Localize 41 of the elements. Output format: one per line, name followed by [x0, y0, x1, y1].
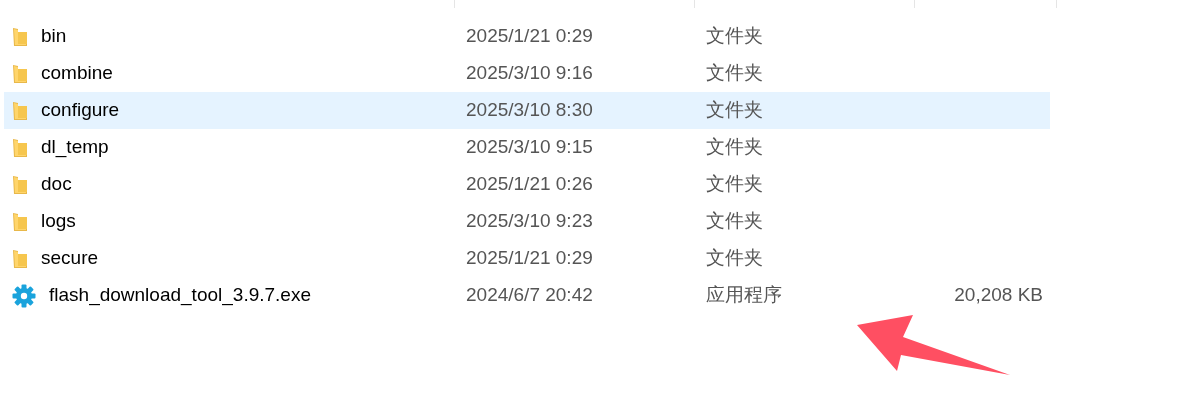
file-name: dl_temp — [41, 135, 109, 160]
folder-icon — [12, 174, 28, 195]
file-row[interactable]: logs 2025/3/10 9:23 文件夹 — [4, 203, 1050, 240]
file-type: 文件夹 — [706, 62, 763, 84]
modified-date: 2025/1/21 0:26 — [466, 173, 593, 195]
file-type: 应用程序 — [706, 284, 782, 306]
file-name: configure — [41, 98, 120, 123]
file-row[interactable]: flash_download_tool_3.9.7.exe 2024/6/7 20:42 应用程序 20,208 KB — [4, 277, 1050, 314]
file-row[interactable]: dl_temp 2025/3/10 9:15 文件夹 — [4, 129, 1050, 166]
file-type: 文件夹 — [706, 99, 763, 121]
file-row[interactable]: combine 2025/3/10 9:16 文件夹 — [4, 55, 1050, 92]
modified-date: 2025/1/21 0:29 — [466, 247, 593, 269]
modified-date: 2025/3/10 9:23 — [466, 210, 593, 232]
folder-icon — [12, 248, 28, 269]
file-name: secure — [41, 246, 99, 271]
file-name: combine — [41, 61, 113, 86]
modified-date: 2025/3/10 9:16 — [466, 62, 593, 84]
modified-date: 2024/6/7 20:42 — [466, 284, 593, 306]
file-row[interactable]: configure 2025/3/10 8:30 文件夹 — [4, 92, 1050, 129]
file-type: 文件夹 — [706, 210, 763, 232]
modified-date: 2025/3/10 8:30 — [466, 99, 593, 121]
file-type: 文件夹 — [706, 173, 763, 195]
folder-icon — [12, 137, 28, 158]
modified-date: 2025/3/10 9:15 — [466, 136, 593, 158]
file-row[interactable]: doc 2025/1/21 0:26 文件夹 — [4, 166, 1050, 203]
file-name: doc — [41, 172, 72, 197]
folder-icon — [12, 26, 28, 47]
file-row[interactable]: secure 2025/1/21 0:29 文件夹 — [4, 240, 1050, 277]
modified-date: 2025/1/21 0:29 — [466, 25, 593, 47]
folder-icon — [12, 211, 28, 232]
file-size: 20,208 KB — [954, 284, 1043, 306]
file-row[interactable]: bin 2025/1/21 0:29 文件夹 — [4, 18, 1050, 55]
folder-icon — [12, 63, 28, 84]
file-name: logs — [41, 209, 76, 234]
gear-icon — [12, 283, 36, 308]
folder-icon — [12, 100, 28, 121]
file-type: 文件夹 — [706, 25, 763, 47]
file-type: 文件夹 — [706, 247, 763, 269]
file-type: 文件夹 — [706, 136, 763, 158]
file-name: bin — [41, 24, 67, 49]
file-name: flash_download_tool_3.9.7.exe — [49, 283, 311, 308]
